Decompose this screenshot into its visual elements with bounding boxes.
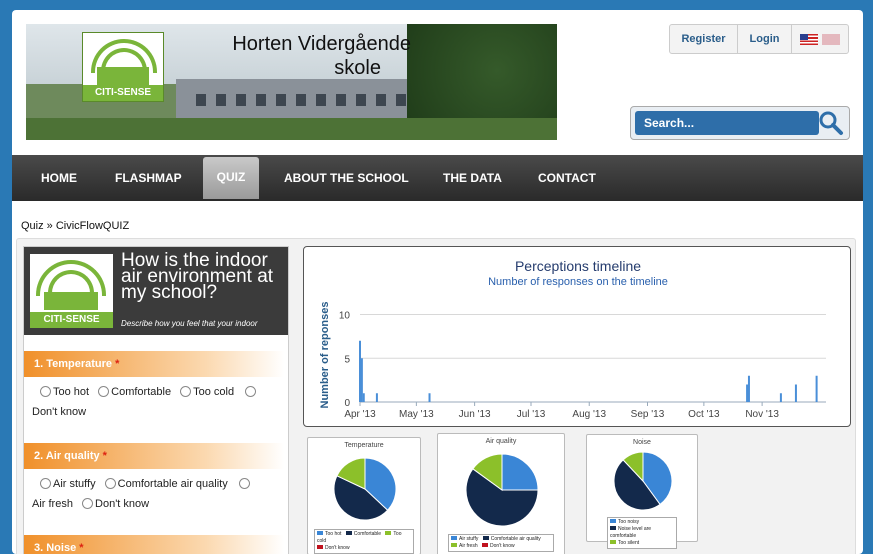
perceptions-timeline-chart: Perceptions timeline Number of responses… (303, 246, 851, 427)
section-noise: 3. Noise * (24, 535, 284, 554)
timeline-bar (779, 393, 782, 402)
register-button[interactable]: Register (670, 25, 738, 53)
quiz-logo-label: CITI-SENSE (30, 312, 113, 328)
quiz-panel: CITI-SENSE How is the indoor air environ… (23, 246, 289, 554)
breadcrumb: Quiz » CivicFlowQUIZ (21, 220, 130, 232)
pie-slice (501, 453, 539, 491)
timeline-bar (359, 340, 361, 402)
timeline-bar (428, 393, 431, 402)
pie-air-quality-card: Air quality Air stuffy Comfortable air q… (437, 433, 565, 554)
timeline-bar (747, 375, 750, 402)
search-input[interactable]: Search... (635, 111, 819, 135)
pie-temperature-legend: Too hot Comfortable Too cold Don't know (314, 529, 414, 554)
nav-home[interactable]: HOME (41, 155, 77, 201)
y-axis-label: Number of reponses (319, 302, 331, 409)
x-tick-label: Oct '13 (688, 409, 720, 420)
timeline-bar (362, 393, 365, 402)
timeline-svg: Perceptions timeline Number of responses… (319, 258, 826, 420)
pie-noise-card: Noise Too noisy Noise level are comforta… (586, 434, 698, 549)
chart-subtitle: Number of responses on the timeline (488, 276, 668, 288)
school-title: Horten Vidergående skole (232, 33, 411, 79)
norway-flag-icon[interactable] (822, 33, 840, 45)
pie-air-quality-legend: Air stuffy Comfortable air quality Air f… (448, 534, 554, 552)
x-tick-label: Sep '13 (631, 409, 665, 420)
main-content: CITI-SENSE How is the indoor air environ… (16, 238, 856, 554)
chart-title: Perceptions timeline (515, 258, 641, 274)
y-tick-label: 10 (339, 311, 351, 322)
search-icon[interactable] (818, 110, 844, 136)
nav-about-the-school[interactable]: ABOUT THE SCHOOL (284, 155, 409, 201)
page: CITI-SENSE Horten Vidergående skole Regi… (12, 10, 863, 554)
citi-sense-logo[interactable]: CITI-SENSE (82, 32, 164, 102)
x-tick-label: Aug '13 (572, 409, 606, 420)
quiz-logo: CITI-SENSE (30, 254, 113, 328)
section-air-quality: 2. Air quality * (24, 443, 284, 469)
pie-noise-legend: Too noisy Noise level are comfortable To… (607, 517, 677, 549)
x-tick-label: Nov '13 (745, 409, 779, 420)
header-banner: CITI-SENSE Horten Vidergående skole (26, 24, 557, 140)
air-quality-options: Air stuffy Comfortable air quality Air f… (32, 474, 282, 514)
auth-bar: Register Login (669, 24, 849, 54)
temperature-options: Too hot Comfortable Too cold Don't know (32, 382, 282, 422)
quiz-description: Describe how you feel that your indoor (121, 319, 258, 328)
section-temperature: 1. Temperature * (24, 351, 284, 377)
timeline-bar (815, 375, 818, 402)
radio-dont-know[interactable] (245, 386, 257, 397)
y-tick-label: 5 (344, 354, 350, 365)
x-tick-label: May '13 (399, 409, 434, 420)
main-nav: HOME FLASHMAP QUIZ ABOUT THE SCHOOL THE … (12, 155, 863, 201)
timeline-bar (794, 384, 797, 402)
radio-too-cold[interactable] (180, 386, 192, 397)
login-button[interactable]: Login (738, 25, 792, 53)
radio-comfortable-air[interactable] (104, 478, 116, 489)
nav-contact[interactable]: CONTACT (538, 155, 596, 201)
nav-quiz[interactable]: QUIZ (203, 157, 259, 199)
nav-the-data[interactable]: THE DATA (443, 155, 502, 201)
logo-label: CITI-SENSE (83, 85, 163, 101)
timeline-bar (746, 384, 749, 402)
us-flag-icon[interactable] (800, 33, 818, 45)
timeline-bar (360, 358, 363, 402)
y-tick-label: 0 (344, 398, 350, 409)
nav-flashmap[interactable]: FLASHMAP (115, 155, 182, 201)
x-tick-label: Jul '13 (517, 409, 546, 420)
radio-too-hot[interactable] (40, 386, 51, 397)
radio-air-placeholder[interactable] (238, 478, 250, 489)
radio-comfortable[interactable] (98, 386, 110, 397)
radio-air-dont-know[interactable] (82, 498, 94, 509)
radio-air-stuffy[interactable] (40, 478, 51, 489)
timeline-bar (375, 393, 378, 402)
search-bar: Search... (630, 106, 850, 140)
quiz-header: CITI-SENSE How is the indoor air environ… (24, 247, 288, 335)
quiz-question: How is the indoor air environment at my … (121, 250, 274, 303)
x-tick-label: Jun '13 (459, 409, 491, 420)
pie-temperature-card: Temperature Too hot Comfortable Too cold… (307, 437, 421, 554)
x-tick-label: Apr '13 (344, 409, 376, 420)
